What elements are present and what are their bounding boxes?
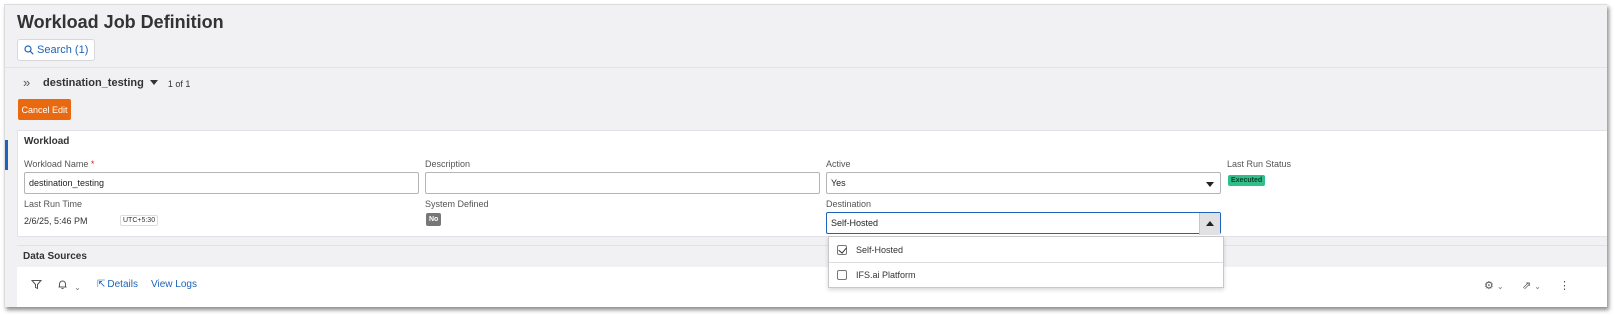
- search-icon: [24, 45, 34, 55]
- active-value: Yes: [831, 178, 846, 188]
- search-button-label: Search (1): [37, 44, 89, 56]
- view-logs-button[interactable]: View Logs: [151, 279, 197, 290]
- record-dropdown-caret-icon[interactable]: [149, 80, 158, 85]
- destination-dropdown-toggle[interactable]: [1199, 213, 1220, 235]
- chevron-down-icon: [1206, 182, 1214, 187]
- destination-select[interactable]: Self-Hosted: [826, 212, 1221, 235]
- active-select[interactable]: Yes: [826, 172, 1221, 194]
- expand-chevrons-icon[interactable]: »: [23, 75, 37, 90]
- option-label: Self-Hosted: [856, 244, 904, 255]
- description-label: Description: [425, 159, 471, 169]
- record-selector: » destination_testing 1 of 1: [23, 75, 190, 90]
- page-title: Workload Job Definition: [17, 12, 224, 32]
- system-defined-badge: No: [426, 213, 442, 226]
- option-label: IFS.ai Platform: [856, 270, 916, 280]
- last-run-status-badge: Executed: [1228, 175, 1266, 186]
- workload-group: Workload Workload Name * destination_tes…: [17, 130, 1607, 237]
- workload-name-value: destination_testing: [29, 178, 105, 188]
- active-label: Active: [826, 159, 851, 169]
- bell-icon[interactable]: ⌄: [57, 279, 81, 293]
- export-icon[interactable]: ⇗ ⌄: [1522, 279, 1541, 292]
- system-defined-label: System Defined: [425, 199, 489, 209]
- cancel-edit-button[interactable]: Cancel Edit: [18, 99, 71, 120]
- workload-name-label: Workload Name *: [24, 159, 95, 169]
- app-window: Workload Job Definition Search (1) » des…: [4, 4, 1607, 307]
- last-run-status-label: Last Run Status: [1227, 159, 1292, 169]
- data-sources-title: Data Sources: [23, 251, 87, 262]
- record-name[interactable]: destination_testing: [43, 77, 144, 89]
- filter-icon[interactable]: [30, 279, 43, 293]
- last-run-time-label: Last Run Time: [24, 199, 83, 209]
- data-sources-header: Data Sources: [17, 245, 1607, 267]
- details-button[interactable]: ⇱ Details: [97, 279, 138, 290]
- checkbox-icon[interactable]: [837, 270, 847, 280]
- timezone-badge: UTC+5:30: [120, 215, 159, 226]
- search-button[interactable]: Search (1): [17, 39, 96, 61]
- more-icon[interactable]: ⋮: [1559, 279, 1570, 292]
- group-title: Workload: [24, 136, 70, 147]
- last-run-time-value: 2/6/25, 5:46 PM: [24, 216, 88, 226]
- active-section-indicator: [5, 140, 8, 170]
- dropdown-option-self-hosted[interactable]: Self-Hosted: [829, 237, 1223, 262]
- chevron-up-icon: [1206, 221, 1214, 226]
- gear-icon[interactable]: ⚙ ⌄: [1484, 279, 1504, 292]
- destination-dropdown-list: Self-Hosted IFS.ai Platform: [828, 236, 1224, 288]
- dropdown-option-ifs-ai-platform[interactable]: IFS.ai Platform: [829, 262, 1223, 287]
- destination-value: Self-Hosted: [831, 218, 879, 228]
- details-icon: ⇱: [97, 279, 106, 290]
- chevron-down-icon: ⌄: [74, 283, 81, 292]
- checkbox-checked-icon[interactable]: [837, 244, 847, 255]
- data-sources-toolbar: ⌄ ⇱ Details View Logs ⚙ ⌄ ⇗ ⌄ ⋮: [17, 267, 1607, 307]
- destination-label: Destination: [826, 199, 872, 209]
- workload-name-field[interactable]: destination_testing: [24, 172, 419, 194]
- details-label: Details: [107, 279, 138, 290]
- divider: [5, 67, 1607, 68]
- description-field[interactable]: [425, 172, 820, 194]
- record-count: 1 of 1: [167, 78, 191, 89]
